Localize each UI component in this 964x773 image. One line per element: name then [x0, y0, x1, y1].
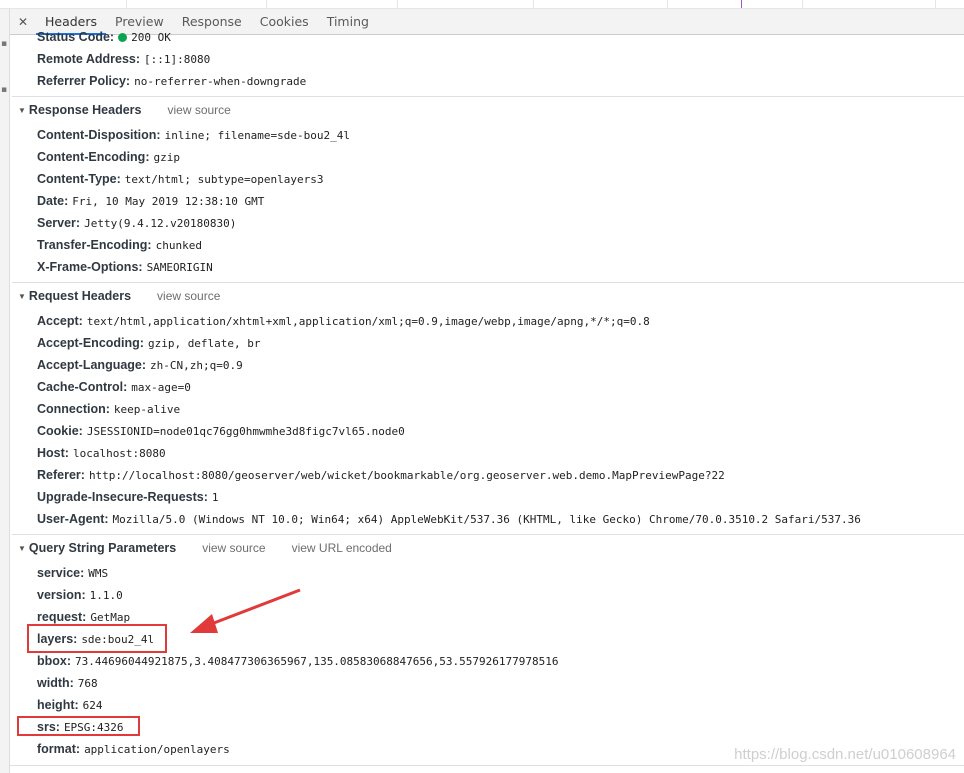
annotation-arrow-icon [190, 588, 301, 633]
section-divider [10, 765, 964, 766]
watermark: https://blog.csdn.net/u010608964 [734, 746, 956, 763]
